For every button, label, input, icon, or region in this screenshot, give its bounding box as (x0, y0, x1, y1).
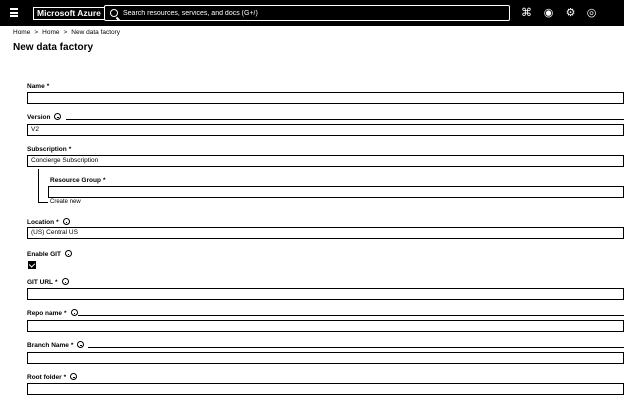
divider (78, 315, 624, 316)
enable-git-checkbox[interactable] (28, 261, 36, 269)
breadcrumb-home[interactable]: Home (13, 29, 30, 36)
info-icon[interactable] (70, 373, 78, 380)
resource-group-select[interactable] (48, 186, 624, 198)
location-select[interactable]: (US) Central US (27, 227, 624, 239)
repo-name-label: Repo name * (27, 309, 78, 317)
tree-connector (38, 202, 48, 203)
name-label: Name * (27, 83, 50, 90)
info-icon[interactable] (62, 218, 70, 225)
menu-icon[interactable] (10, 8, 18, 17)
info-icon[interactable] (54, 113, 62, 120)
info-icon[interactable] (64, 250, 72, 257)
version-select[interactable]: V2 (27, 124, 624, 136)
search-box[interactable] (104, 5, 510, 21)
settings-icon[interactable]: ⚙ (564, 7, 577, 20)
top-bar: Microsoft Azure ⌘ ◉ ⚙ ◎ (0, 0, 624, 26)
info-icon[interactable] (61, 278, 69, 285)
chevron-right-icon: > (63, 29, 68, 36)
divider (88, 347, 624, 348)
search-icon (110, 9, 118, 17)
create-new-link[interactable]: Create new (50, 199, 81, 205)
subscription-select[interactable]: Concierge Subscription (27, 155, 624, 167)
enable-git-label: Enable GIT (27, 250, 72, 258)
help-icon[interactable]: ◎ (585, 7, 598, 20)
root-folder-label: Root folder * (27, 373, 78, 381)
chevron-right-icon: > (34, 29, 39, 36)
page-title: New data factory (13, 42, 94, 53)
branch-name-input[interactable] (27, 352, 624, 364)
repo-name-input[interactable] (27, 320, 624, 332)
info-icon[interactable] (77, 341, 85, 348)
version-label: Version (27, 113, 62, 121)
breadcrumb-current: New data factory (71, 29, 121, 36)
cloud-shell-icon[interactable]: ⌘ (520, 7, 533, 20)
search-input[interactable] (123, 7, 503, 19)
breadcrumb: Home > Home > New data factory (13, 29, 120, 36)
location-label: Location * (27, 218, 70, 226)
tree-connector (38, 169, 39, 203)
info-icon[interactable] (70, 309, 78, 316)
notifications-icon[interactable]: ◉ (542, 7, 555, 20)
name-input[interactable] (27, 92, 624, 104)
resource-group-label: Resource Group * (50, 177, 106, 184)
git-url-input[interactable] (27, 288, 624, 300)
branch-name-label: Branch Name * (27, 341, 85, 349)
brand-logo[interactable]: Microsoft Azure (33, 7, 105, 20)
subscription-label: Subscription * (27, 146, 72, 153)
divider (66, 119, 624, 120)
git-url-label: GIT URL * (27, 278, 69, 286)
breadcrumb-home-2[interactable]: Home (42, 29, 59, 36)
root-folder-input[interactable] (27, 383, 624, 395)
